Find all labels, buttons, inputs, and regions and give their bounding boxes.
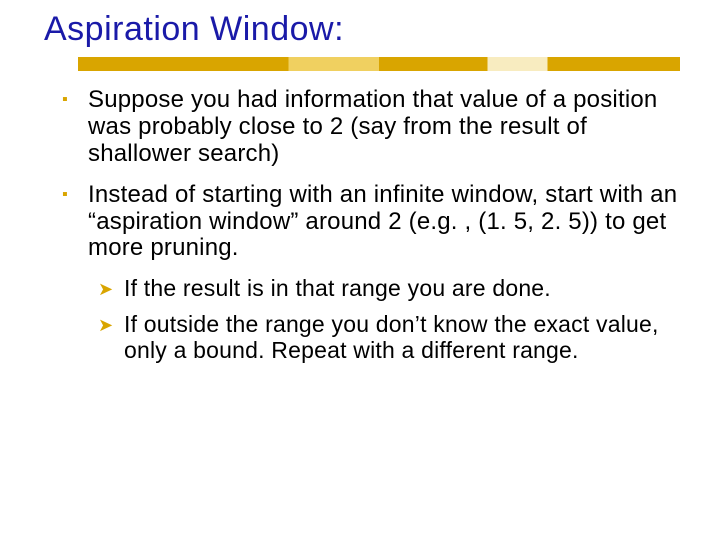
square-bullet-icon: ▪ (58, 87, 88, 168)
accent-bar (78, 57, 680, 71)
bullet-text: Suppose you had information that value o… (88, 87, 680, 168)
sub-bullet-text: If outside the range you don’t know the … (124, 312, 680, 364)
sub-bullet-text: If the result is in that range you are d… (124, 276, 551, 302)
sub-bullet-item: ➤ If outside the range you don’t know th… (98, 312, 680, 364)
square-bullet-icon: ▪ (58, 182, 88, 263)
sub-bullet-item: ➤ If the result is in that range you are… (98, 276, 680, 302)
slide-title: Aspiration Window: (44, 10, 680, 49)
bullet-item: ▪ Suppose you had information that value… (58, 87, 680, 168)
slide-body: ▪ Suppose you had information that value… (58, 87, 680, 364)
bullet-item: ▪ Instead of starting with an infinite w… (58, 182, 680, 263)
bullet-text: Instead of starting with an infinite win… (88, 182, 680, 263)
slide: Aspiration Window: ▪ Suppose you had inf… (0, 0, 720, 540)
chevron-right-icon: ➤ (98, 276, 124, 302)
chevron-right-icon: ➤ (98, 312, 124, 364)
